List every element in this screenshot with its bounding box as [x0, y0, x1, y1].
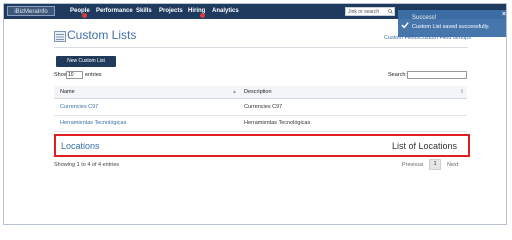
- column-header-name[interactable]: Name: [60, 89, 75, 95]
- list-description: List of Locations: [392, 141, 458, 151]
- notification-badge: [200, 13, 205, 18]
- page-title: Custom Lists: [67, 28, 137, 42]
- company-logo[interactable]: iBizMeraInfo: [7, 6, 55, 16]
- nav-analytics[interactable]: Analytics: [212, 4, 239, 19]
- search-icon[interactable]: [388, 9, 393, 14]
- nav-performance[interactable]: Performance: [96, 4, 133, 19]
- list-name-link[interactable]: Locations: [61, 141, 100, 151]
- header-divider: [54, 47, 468, 48]
- sort-icon[interactable]: ⇕: [460, 89, 464, 95]
- list-name-link[interactable]: Herramientas Tecnológicas: [60, 120, 126, 126]
- entries-per-page-select[interactable]: 10: [66, 71, 83, 79]
- global-search-input[interactable]: Jink or search: [345, 7, 395, 16]
- notification-badge: [82, 13, 87, 18]
- close-icon[interactable]: ×: [502, 11, 506, 18]
- entries-label: entries: [85, 72, 102, 78]
- toast-message: Custom List saved successfully.: [412, 24, 490, 30]
- table-header-row: Name ▲ Description ⇕: [54, 86, 467, 99]
- toast-title: Success!: [412, 15, 437, 21]
- table-search-input[interactable]: [407, 71, 467, 79]
- success-toast: Success! Custom List saved successfully.…: [398, 10, 506, 37]
- table-row: Herramientas Tecnológicas Herramientas T…: [54, 115, 467, 132]
- current-page-button[interactable]: 1: [429, 159, 441, 170]
- sort-asc-icon[interactable]: ▲: [232, 89, 237, 95]
- check-icon: [401, 22, 409, 29]
- column-header-description[interactable]: Description: [244, 89, 272, 95]
- list-description: Herramientas Tecnológicas: [244, 120, 311, 126]
- nav-people[interactable]: People: [70, 4, 90, 19]
- list-name-link[interactable]: Currencies C97: [60, 104, 98, 110]
- nav-skills[interactable]: Skills: [136, 4, 152, 19]
- app-window: iBizMeraInfo People Performance Skills P…: [3, 3, 507, 225]
- search-placeholder: Jink or search: [348, 9, 380, 15]
- list-icon: [54, 31, 66, 42]
- new-custom-list-button[interactable]: New Custom List: [56, 56, 116, 67]
- nav-projects[interactable]: Projects: [159, 4, 183, 19]
- previous-page-button[interactable]: Previous: [402, 162, 423, 168]
- list-description: Currencies C97: [244, 104, 283, 110]
- next-page-button[interactable]: Next: [447, 162, 458, 168]
- entries-per-page-value: 10: [68, 72, 74, 78]
- table-search-label: Search:: [388, 72, 407, 78]
- table-row: Currencies C97 Currencies C97: [54, 99, 467, 116]
- pagination-info: Showing 1 to 4 of 4 entries: [54, 162, 120, 168]
